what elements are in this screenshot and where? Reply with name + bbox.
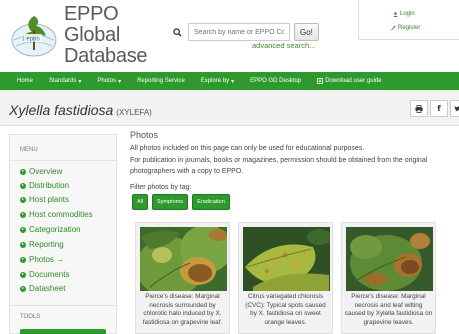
login-link[interactable]: Login (393, 11, 415, 17)
account-panel: Login Register (358, 0, 459, 40)
species-name: Xylella fastidiosa (9, 102, 114, 118)
sidebar-item-distribution[interactable]: Distribution (20, 181, 69, 190)
caret-down-icon: ▾ (231, 78, 235, 85)
sidebar-tools-heading: TOOLS (10, 305, 116, 327)
search-icon[interactable] (168, 22, 186, 42)
photo-citrus-leaves-cvc[interactable] (243, 227, 330, 291)
arrow-circle-icon (20, 182, 26, 189)
sidebar-menu-heading: MENU (10, 135, 116, 161)
go-button[interactable]: Go! (294, 23, 319, 41)
arrow-circle-icon (20, 226, 26, 233)
sidebar-item-host-commodities[interactable]: Host commodities (20, 210, 93, 219)
arrow-circle-icon (20, 256, 26, 263)
nav-home[interactable]: Home (0, 78, 41, 84)
brand-line-eppo: EPPO (64, 3, 119, 25)
photo-grapevine-leaf-necrosis[interactable] (140, 227, 227, 291)
arrow-circle-icon (20, 211, 26, 218)
print-icon (415, 104, 423, 113)
search-bar: Go! (168, 22, 319, 42)
arrow-circle-icon (20, 285, 26, 292)
search-input[interactable] (188, 23, 290, 41)
sidebar-item-documents[interactable]: Documents (20, 270, 69, 279)
nav-download-user-guide[interactable]: Download user guide (309, 78, 389, 84)
usage-notice-line-2: For publication in journals, books or ma… (130, 157, 428, 164)
nav-reporting-service[interactable]: Reporting Service (129, 78, 193, 84)
facebook-icon: f (437, 104, 441, 113)
caret-down-icon: ▾ (118, 78, 122, 85)
tag-all-button[interactable]: All (132, 194, 148, 210)
photo-caption: Citrus variegated chlorosis (CVC): Typic… (245, 293, 326, 326)
login-label: Login (400, 11, 415, 17)
arrow-circle-icon (20, 168, 26, 175)
caret-down-icon: ▾ (78, 78, 82, 85)
advanced-search-link[interactable]: advanced search... (252, 41, 315, 50)
arrow-circle-icon (20, 271, 26, 278)
register-link[interactable]: Register (391, 25, 420, 31)
photo-card[interactable]: Pierce's disease: Marginal necrosis surr… (135, 222, 230, 334)
photo-caption: Pierce's disease: Marginal necrosis and … (344, 293, 433, 326)
register-label: Register (398, 25, 421, 31)
tools-button[interactable] (20, 329, 106, 334)
nav-eppo-gd-desktop[interactable]: EPPO GD Desktop (242, 78, 309, 84)
print-button[interactable] (410, 100, 428, 117)
tag-symptoms-button[interactable]: Symptoms (152, 194, 188, 210)
sidebar-item-reporting[interactable]: Reporting (20, 240, 64, 249)
usage-notice-line-3: photographers with a copy to EPPO. (130, 168, 244, 175)
sidebar-item-host-plants[interactable]: Host plants (20, 195, 69, 204)
section-heading: Photos (130, 130, 159, 140)
twitter-icon (453, 105, 459, 111)
eppo-logo[interactable]: eppo (8, 10, 60, 60)
site-title[interactable]: EPPO Global Database (64, 3, 148, 67)
usage-notice-line-1: All photos included on this page can onl… (130, 145, 365, 152)
photo-card[interactable]: Pierce's disease: Marginal necrosis and … (341, 222, 436, 334)
facebook-share-button[interactable]: f (430, 100, 448, 117)
user-icon (393, 11, 398, 17)
eppo-code: (XYLEFA) (116, 108, 152, 117)
arrow-circle-icon (20, 196, 26, 203)
filter-label: Filter photos by tag: (130, 184, 192, 191)
page-title: Xylella fastidiosa (XYLEFA) (9, 102, 152, 118)
nav-explore-by[interactable]: Explore by ▾ (193, 78, 242, 85)
brand-line-database: Database (64, 45, 148, 67)
photo-caption: Pierce's disease: Marginal necrosis surr… (142, 293, 223, 326)
photo-card[interactable]: Citrus variegated chlorosis (CVC): Typic… (238, 222, 333, 334)
page-title-bar: Xylella fastidiosa (XYLEFA) (0, 90, 459, 126)
brand-line-global: Global (64, 24, 121, 46)
site-header: eppo EPPO Global Database Go! advanced s… (0, 0, 459, 72)
nav-standards[interactable]: Standards ▾ (41, 78, 89, 85)
tag-eradication-button[interactable]: Eradication (192, 194, 230, 210)
sidebar-item-categorization[interactable]: Categorization (20, 225, 81, 234)
svg-text:eppo: eppo (26, 37, 40, 43)
arrow-circle-icon (20, 241, 26, 248)
download-icon (317, 78, 324, 84)
sidebar-item-overview[interactable]: Overview (20, 167, 62, 176)
sidebar: MENU Overview Distribution Host plants H… (9, 134, 117, 334)
twitter-share-button[interactable] (450, 100, 459, 117)
pencil-icon (391, 25, 396, 31)
sidebar-item-photos[interactable]: Photos → (20, 255, 64, 264)
sidebar-item-datasheet[interactable]: Datasheet (20, 284, 65, 293)
nav-photos[interactable]: Photos ▾ (89, 78, 129, 85)
photo-grapevine-leaf-wilting[interactable] (346, 227, 433, 291)
eppo-globe-icon: eppo (11, 16, 57, 57)
main-navigation: Home Standards ▾ Photos ▾ Reporting Servic… (0, 72, 459, 90)
